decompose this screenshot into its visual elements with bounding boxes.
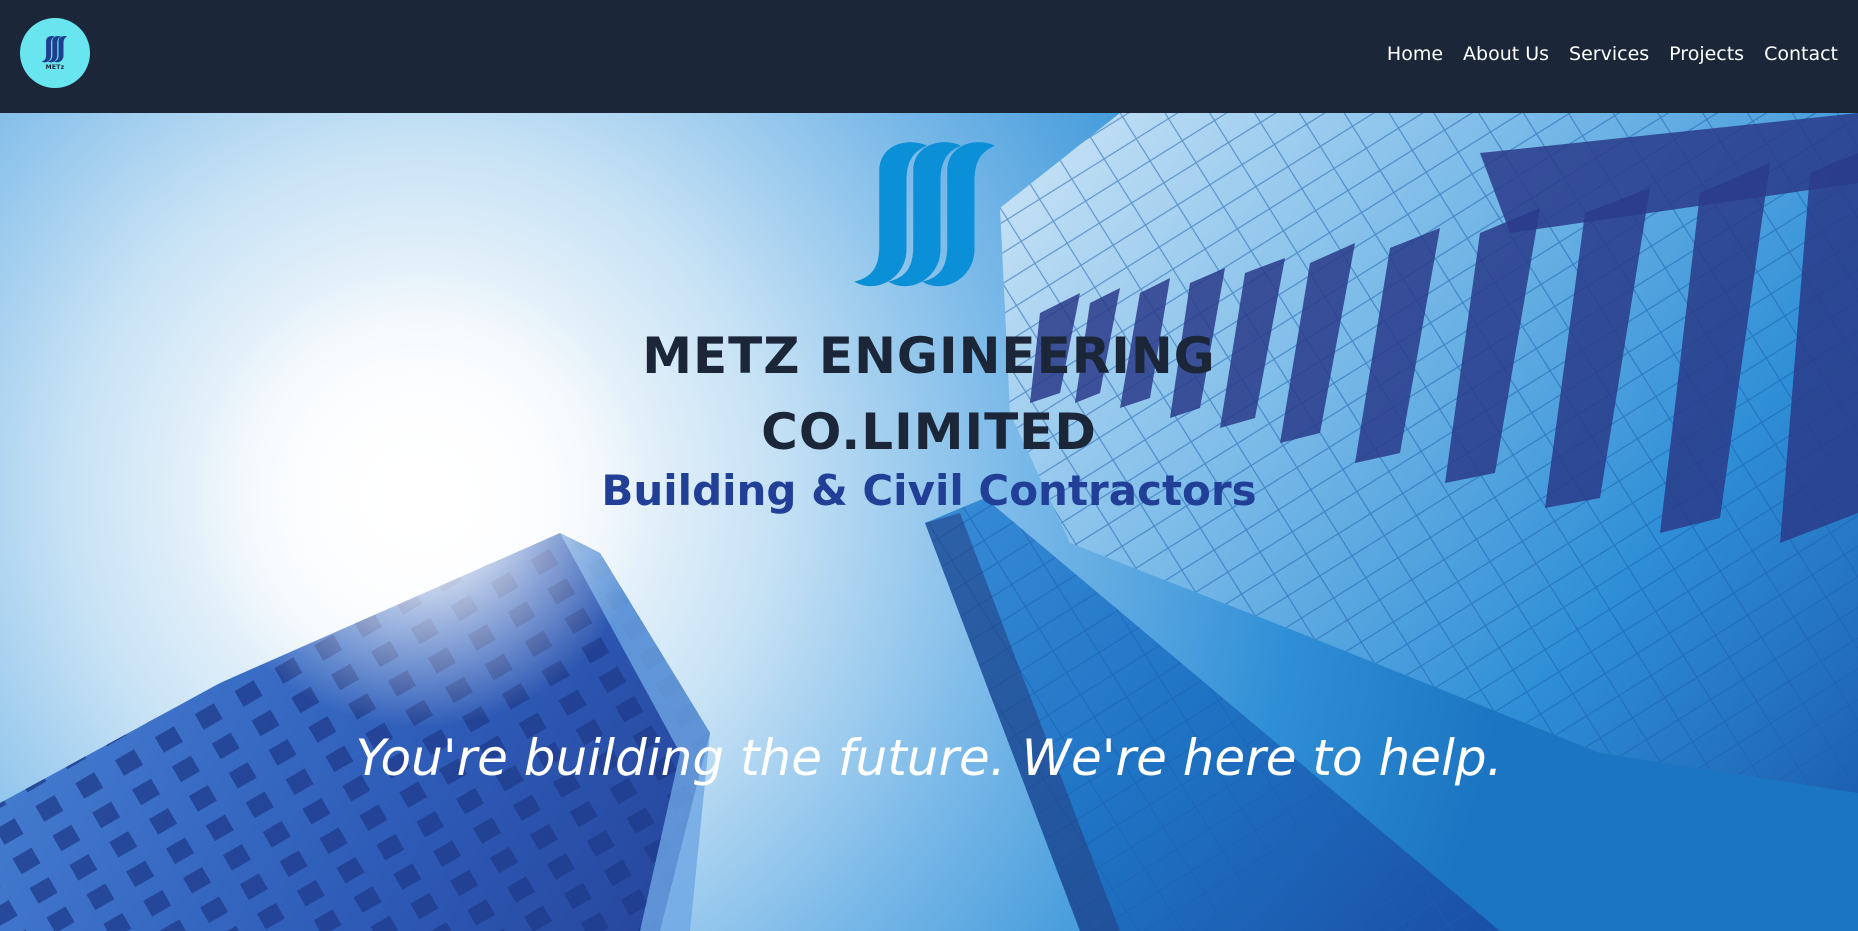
company-title-line1: METZ ENGINEERING — [642, 327, 1216, 385]
nav-contact-link[interactable]: Contact — [1764, 43, 1838, 65]
metz-wave-logo-icon — [41, 35, 68, 62]
company-title-line2: CO.LIMITED — [761, 403, 1097, 461]
nav-home-link[interactable]: Home — [1387, 43, 1443, 65]
header-logo[interactable]: METz — [20, 17, 90, 88]
company-title: METZ ENGINEERING CO.LIMITED — [0, 318, 1858, 470]
nav-about-us-link[interactable]: About Us — [1463, 43, 1549, 65]
metz-wave-logo-icon — [854, 142, 995, 287]
top-navbar: METz Home About Us Services Projects Con… — [0, 0, 1858, 113]
hero-section: METZ ENGINEERING CO.LIMITED Building & C… — [0, 113, 1858, 931]
hero-tagline: You're building the future. We're here t… — [355, 729, 1503, 787]
header-logo-text: METz — [45, 63, 65, 71]
nav-projects-link[interactable]: Projects — [1669, 43, 1744, 65]
nav-services-link[interactable]: Services — [1569, 43, 1649, 65]
company-subtitle: Building & Civil Contractors — [601, 466, 1257, 515]
main-navigation: Home About Us Services Projects Contact — [1367, 43, 1838, 65]
